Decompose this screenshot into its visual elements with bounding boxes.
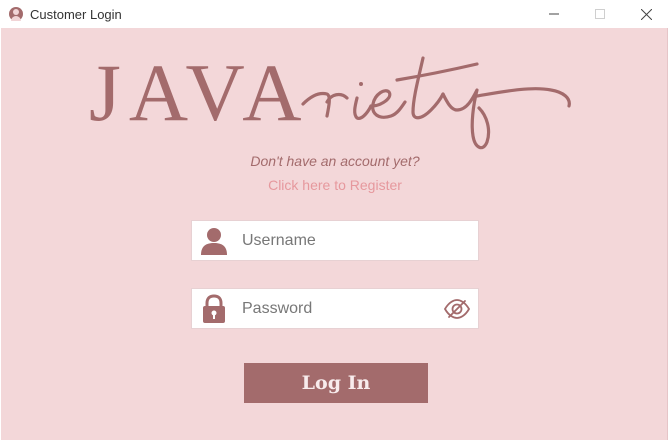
maximize-icon (595, 9, 605, 19)
login-button[interactable]: Log In (244, 363, 428, 403)
username-input[interactable] (242, 221, 432, 260)
password-input[interactable] (242, 289, 432, 328)
lock-icon (203, 294, 225, 323)
user-avatar-icon (9, 7, 23, 21)
eye-slash-icon[interactable] (444, 297, 470, 321)
username-field[interactable] (191, 220, 479, 261)
password-field[interactable] (191, 288, 479, 329)
register-link[interactable]: Click here to Register (1, 177, 668, 193)
close-button[interactable] (623, 0, 668, 28)
no-account-prompt: Don't have an account yet? (250, 153, 420, 169)
minimize-button[interactable] (531, 0, 577, 28)
window-title: Customer Login (30, 6, 122, 22)
caption-buttons (531, 0, 668, 28)
maximize-button[interactable] (577, 0, 623, 28)
logo-text-java: JAVA (89, 47, 310, 138)
logo-script-riety (301, 56, 571, 150)
close-icon (640, 8, 652, 20)
javariety-logo: JAVA (86, 36, 606, 154)
login-window: Customer Login JAVA Don't have an accoun… (0, 0, 668, 440)
user-icon (201, 228, 227, 255)
title-bar[interactable]: Customer Login (1, 0, 668, 28)
minimize-icon (549, 13, 559, 15)
